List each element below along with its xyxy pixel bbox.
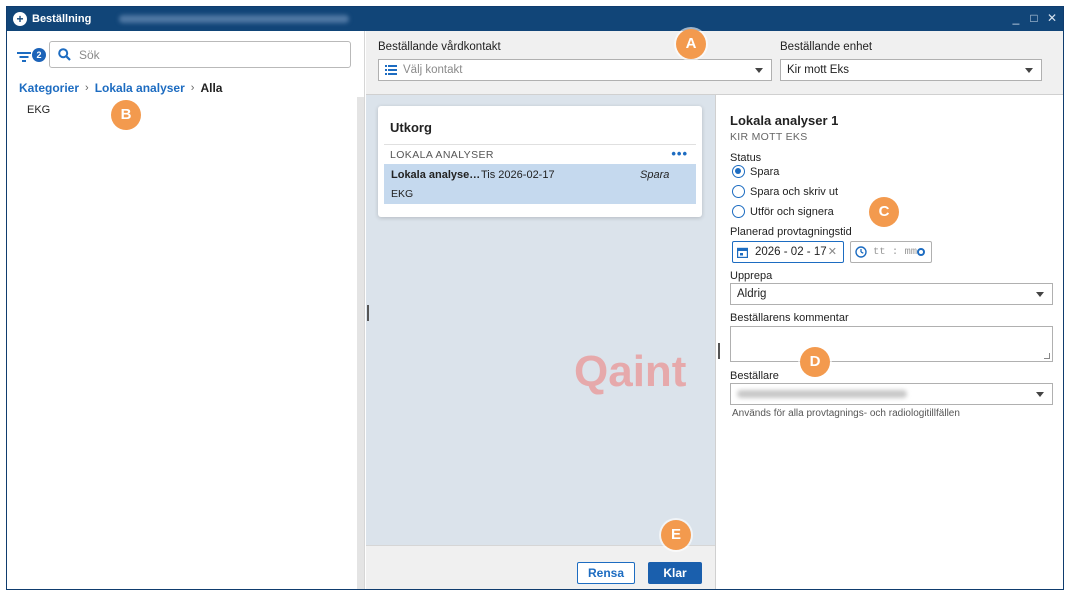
clear-icon[interactable]: ✕ [828,245,837,258]
order-date: Tis 2026-02-17 [481,169,555,181]
comment-label: Beställarens kommentar [730,312,849,324]
orderer-select[interactable] [730,383,1053,405]
radio-utfor-signera[interactable]: Utför och signera [732,205,834,218]
radio-spara[interactable]: Spara [732,165,779,178]
time-placeholder: tt : mm [873,246,918,258]
left-panel: 2 Kategorier › Lokala analyser › Alla EK… [7,31,365,589]
clock-icon [855,246,867,258]
annotation-marker-e: E [661,520,691,550]
chevron-down-icon [1025,68,1033,73]
time-field[interactable]: tt : mm [850,241,932,263]
ordering-header-form: Beställande vårdkontakt Välj kontakt Bes… [366,31,1063,95]
more-options-icon[interactable]: ••• [671,146,688,161]
order-detail-panel: Lokala analyser 1 KIR MOTT EKS Status Sp… [715,95,1063,589]
contact-select[interactable]: Välj kontakt [378,59,772,81]
radio-checked-icon [732,165,745,178]
radio-label: Spara och skriv ut [750,185,839,198]
order-window: + Beställning _ □ ✕ 2 Kategorier [6,6,1064,590]
comment-textarea[interactable] [730,326,1053,362]
breadcrumb: Kategorier › Lokala analyser › Alla [19,81,222,95]
list-item[interactable]: EKG [27,104,50,116]
search-box[interactable] [49,41,351,68]
filter-icon [17,52,31,62]
done-button[interactable]: Klar [648,562,702,584]
outbox-panel: Utkorg LOKALA ANALYSER ••• Lokala analys… [366,95,715,589]
unit-label: Beställande enhet [780,41,873,53]
annotation-marker-a: A [676,29,706,59]
annotation-marker-d: D [800,347,830,377]
annotation-marker-c: C [869,197,899,227]
search-input[interactable] [79,47,329,62]
maximize-icon[interactable]: □ [1029,11,1039,25]
detail-subtitle: KIR MOTT EKS [730,131,808,143]
radio-label: Spara [750,165,780,178]
radio-unchecked-icon [732,185,745,198]
search-icon [58,48,71,61]
chevron-down-icon [755,68,763,73]
clear-button[interactable]: Rensa [577,562,635,584]
radio-label: Utför och signera [750,205,834,218]
calendar-icon [737,247,748,258]
breadcrumb-separator: › [85,82,89,94]
date-field[interactable]: 2026 - 02 - 17 ✕ [732,241,844,263]
repeat-value: Aldrig [737,288,767,300]
unit-select[interactable]: Kir mott Eks [780,59,1042,81]
unit-value: Kir mott Eks [787,64,849,76]
order-name: Lokala analyse… [391,169,481,181]
window-controls: _ □ ✕ [1011,11,1057,25]
planned-time-label: Planerad provtagningstid [730,226,852,238]
outbox-heading: Utkorg [390,120,432,135]
radio-spara-skriv-ut[interactable]: Spara och skriv ut [732,185,838,198]
chevron-down-icon [1036,292,1044,297]
contact-label: Beställande vårdkontakt [378,41,501,53]
order-analysis: EKG [391,188,414,200]
contact-placeholder: Välj kontakt [403,64,463,76]
resize-grip-icon[interactable] [1044,353,1050,359]
orderer-helper-text: Används för alla provtagnings- och radio… [732,408,960,419]
plus-circle-icon: + [13,12,27,26]
time-picker-icon[interactable] [917,248,925,256]
filter-button[interactable]: 2 [17,45,46,67]
window-title: Beställning [32,13,92,25]
close-icon[interactable]: ✕ [1047,11,1057,25]
detail-title: Lokala analyser 1 [730,113,839,128]
breadcrumb-separator: › [190,82,195,94]
outbox-group-label: LOKALA ANALYSER [390,149,494,161]
blurred-title-text [119,15,350,23]
list-icon [385,65,397,75]
scrollbar[interactable] [357,97,364,589]
annotation-marker-b: B [111,100,141,130]
title-bar: + Beställning _ □ ✕ [7,7,1063,31]
breadcrumb-current: Alla [200,81,223,95]
radio-unchecked-icon [732,205,745,218]
orderer-label: Beställare [730,370,779,382]
outbox-order-row[interactable]: Lokala analyse… Tis 2026-02-17 Spara EKG [384,164,696,204]
date-value: 2026 - 02 - 17 [755,246,827,258]
action-bar: Rensa Klar [366,545,715,589]
resize-handle[interactable] [367,305,369,321]
status-label: Status [730,152,762,164]
outbox-card: Utkorg LOKALA ANALYSER ••• Lokala analys… [378,106,702,217]
divider [384,144,696,145]
resize-handle[interactable] [718,343,720,359]
breadcrumb-kategorier[interactable]: Kategorier [19,81,79,95]
blurred-orderer-name [737,390,907,398]
minimize-icon[interactable]: _ [1011,11,1021,25]
watermark: Qaint [574,347,687,396]
order-status: Spara [640,169,670,181]
repeat-select[interactable]: Aldrig [730,283,1053,305]
repeat-label: Upprepa [730,270,773,282]
filter-count-badge: 2 [32,48,46,62]
chevron-down-icon [1036,392,1044,397]
breadcrumb-lokala-analyser[interactable]: Lokala analyser [95,81,185,95]
